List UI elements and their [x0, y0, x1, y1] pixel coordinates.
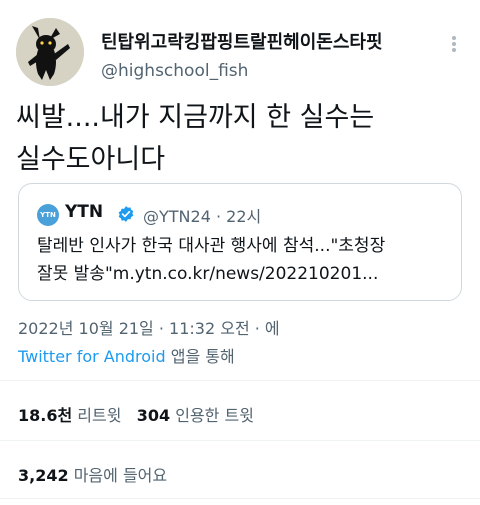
likes-label: 마음에 들어요 — [73, 466, 168, 485]
verified-badge-icon — [118, 206, 134, 222]
divider — [0, 440, 480, 441]
quoted-text: 탈레반 인사가 한국 대사관 행사에 참석..."초청장 잘못 발송"m.ytn… — [37, 232, 457, 288]
quoted-handle-time: @YTN24 · 22시 — [143, 207, 262, 226]
tweet-source: Twitter for Android 앱을 통해 — [18, 343, 235, 367]
quoted-tweet-card[interactable]: YTN YTN @YTN24 · 22시 탈레반 인사가 한국 대사관 행사에 … — [18, 183, 462, 301]
quotes-label: 인용한 트윗 — [175, 406, 254, 425]
author-handle[interactable]: @highschool_fish — [101, 61, 248, 81]
avatar[interactable] — [16, 18, 84, 86]
source-suffix: 앱을 통해 — [165, 347, 235, 366]
likes-count: 3,242 — [18, 466, 69, 485]
engagement-stats: 18.6천 리트윗 304 인용한 트윗 — [18, 402, 254, 426]
black-cat-icon — [16, 18, 84, 86]
likes-stat[interactable]: 3,242 마음에 들어요 — [18, 462, 167, 486]
quoted-text-line: 잘못 발송"m.ytn.co.kr/news/202210201... — [37, 264, 379, 284]
quotes-stat[interactable]: 304 인용한 트윗 — [137, 406, 254, 425]
more-vertical-icon — [452, 36, 456, 40]
tweet-detail: 틴탑위고락킹팝핑트랄핀헤이돈스타핏 @highschool_fish 씨발...… — [0, 0, 480, 505]
retweets-count: 18.6천 — [18, 406, 73, 425]
divider — [0, 498, 480, 499]
divider — [0, 380, 480, 381]
tweet-text-line: 씨발....내가 지금까지 한 실수는 — [16, 102, 375, 133]
author-display-name[interactable]: 틴탑위고락킹팝핑트랄핀헤이돈스타핏 — [101, 28, 383, 54]
more-options-button[interactable] — [446, 32, 462, 56]
quoted-text-line: 탈레반 인사가 한국 대사관 행사에 참석..."초청장 — [37, 236, 386, 256]
source-link[interactable]: Twitter for Android — [18, 347, 166, 366]
quotes-count: 304 — [136, 406, 171, 425]
tweet-timestamp[interactable]: 2022년 10월 21일 · 11:32 오전 · 에 — [18, 315, 280, 339]
retweets-label: 리트윗 — [77, 406, 122, 425]
quoted-author-name: YTN — [65, 202, 104, 222]
tweet-text: 씨발....내가 지금까지 한 실수는 실수도아니다 — [16, 97, 456, 181]
retweets-stat[interactable]: 18.6천 리트윗 — [18, 406, 121, 425]
ytn-logo-icon: YTN — [37, 204, 59, 226]
tweet-text-line: 실수도아니다 — [16, 144, 166, 175]
